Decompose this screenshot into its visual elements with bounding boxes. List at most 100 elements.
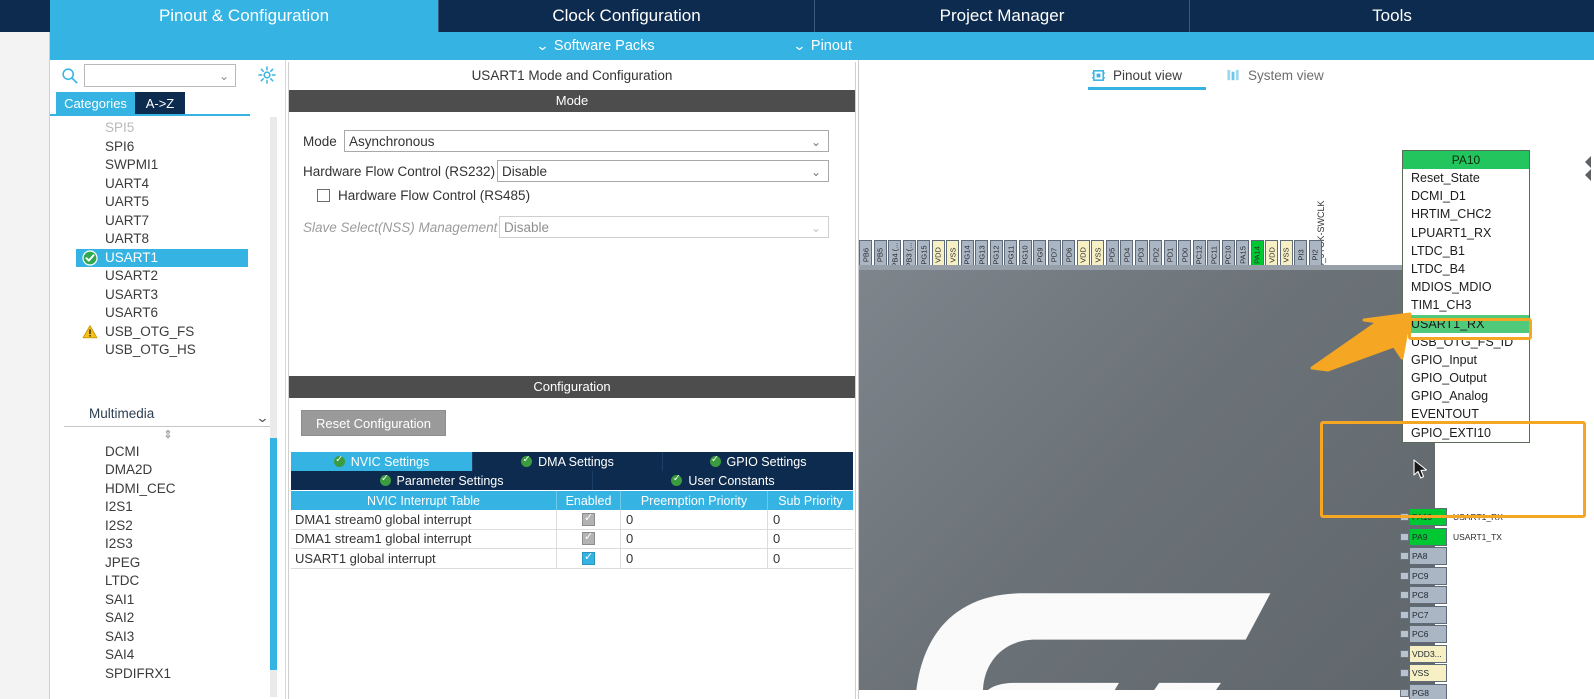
chip-pin-pc6[interactable]: PC6 [1409,625,1447,643]
sidebar-item-sai3[interactable]: SAI3 [50,628,286,647]
chevron-down-icon: ⌄ [810,165,821,179]
context-menu-item-ltdc-b4[interactable]: LTDC_B4 [1403,260,1529,278]
sidebar-item-spdifrx1[interactable]: SPDIFRX1 [50,665,286,684]
sidebar-item-usb-otg-hs[interactable]: USB_OTG_HS [50,341,286,360]
hw-flow-rs485-row[interactable]: Hardware Flow Control (RS485) [317,188,530,203]
sidebar-item-hdmi-cec[interactable]: HDMI_CEC [50,480,286,499]
sidebar-item-usb-otg-fs[interactable]: USB_OTG_FS [50,323,286,342]
sub-priority-cell[interactable]: 0 [768,510,853,529]
tab-parameter-settings[interactable]: Parameter Settings [291,471,593,490]
chip-pin-vdd3[interactable]: VDD3... [1409,644,1447,663]
tab-gpio-settings[interactable]: GPIO Settings [663,452,853,471]
preemption-priority-cell[interactable]: 0 [621,529,768,548]
panel-collapse-handle[interactable] [1582,152,1594,186]
sidebar-item-uart5[interactable]: UART5 [50,193,286,212]
enabled-cell[interactable] [557,510,621,529]
enabled-checkbox[interactable] [582,511,595,526]
sidebar-item-dma2d[interactable]: DMA2D [50,461,286,480]
pinout-menu[interactable]: ⌄ Pinout [793,32,852,60]
tab-dma-settings[interactable]: DMA Settings [473,452,663,471]
search-combobox[interactable]: ⌄ [84,64,236,87]
chip-pin-pg8[interactable]: PG8 [1409,683,1447,699]
context-menu-item-reset-state[interactable]: Reset_State [1403,169,1529,187]
chip-pin-pa8[interactable]: PA8 [1409,547,1447,565]
sidebar-item-uart8[interactable]: UART8 [50,230,286,249]
tab-pinout-view[interactable]: Pinout view [1091,64,1182,86]
enabled-cell[interactable] [557,529,621,548]
sidebar-group-multimedia[interactable]: Multimedia ⌄ [64,401,272,427]
sidebar-tab-categories[interactable]: Categories [56,92,135,114]
sidebar-item-usart3[interactable]: USART3 [50,286,286,305]
tab-tools-label: Tools [1372,6,1412,25]
hw-flow-rs485-checkbox[interactable] [317,189,330,202]
nss-management-select[interactable]: Disable ⌄ [499,216,829,238]
scroll-updown-handle[interactable]: ⇕ [50,427,286,443]
context-menu-item-ltdc-b1[interactable]: LTDC_B1 [1403,242,1529,260]
mode-select[interactable]: Asynchronous ⌄ [344,130,829,152]
tab-system-view[interactable]: System view [1226,64,1324,86]
chip-pin-pa9[interactable]: PA9 [1409,527,1447,546]
nvic-col-name: NVIC Interrupt Table [291,491,557,510]
table-row[interactable]: DMA1 stream0 global interrupt 0 0 [291,510,853,530]
tab-clock-configuration[interactable]: Clock Configuration [439,0,815,32]
sidebar-item-swpmi1[interactable]: SWPMI1 [50,156,286,175]
chip-pin-stub [1400,552,1409,560]
sidebar-item-uart7[interactable]: UART7 [50,212,286,231]
enabled-checkbox[interactable] [582,530,595,546]
context-menu-item-hrtim-chc2[interactable]: HRTIM_CHC2 [1403,205,1529,223]
table-row[interactable]: DMA1 stream1 global interrupt 0 0 [291,529,853,549]
context-menu-item-gpio-analog[interactable]: GPIO_Analog [1403,387,1529,405]
sidebar-item-sai4[interactable]: SAI4 [50,646,286,665]
context-menu-item-gpio-output[interactable]: GPIO_Output [1403,369,1529,387]
chip-pin-pc7[interactable]: PC7 [1409,605,1447,624]
context-menu-item-mdios-mdio[interactable]: MDIOS_MDIO [1403,278,1529,296]
tab-project-manager[interactable]: Project Manager [815,0,1190,32]
software-packs-menu[interactable]: ⌄ Software Packs [536,32,655,60]
tab-pinout-configuration[interactable]: Pinout & Configuration [50,0,439,32]
table-row[interactable]: USART1 global interrupt 0 0 [291,549,853,569]
pin-context-menu[interactable]: PA10 Reset_State DCMI_D1 HRTIM_CHC2 LPUART1… [1402,150,1530,443]
tab-tools[interactable]: Tools [1190,0,1594,32]
sidebar-item-usart2[interactable]: USART2 [50,267,286,286]
preemption-priority-cell[interactable]: 0 [621,549,768,568]
sidebar-item-label: I2S1 [105,499,133,514]
nvic-table-header: NVIC Interrupt Table Enabled Preemption … [291,491,853,510]
enabled-checkbox[interactable] [582,550,595,565]
software-packs-label: Software Packs [553,38,655,54]
sidebar-item-uart4[interactable]: UART4 [50,175,286,194]
tab-nvic-settings[interactable]: NVIC Settings [291,452,473,471]
enabled-cell[interactable] [557,549,621,568]
hw-flow-rs485-label: Hardware Flow Control (RS485) [338,188,531,203]
sub-priority-cell[interactable]: 0 [768,549,853,568]
search-input[interactable] [88,67,213,84]
context-menu-item-dcmi-d1[interactable]: DCMI_D1 [1403,187,1529,205]
tab-user-constants[interactable]: User Constants [593,471,853,490]
sidebar-item-i2s3[interactable]: I2S3 [50,535,286,554]
sidebar-item-dcmi[interactable]: DCMI [50,443,286,462]
sidebar-item-ltdc[interactable]: LTDC [50,572,286,591]
sidebar-item-usart1[interactable]: USART1 [76,248,248,267]
sidebar-scrollbar-thumb[interactable] [270,438,277,670]
hw-flow-rs232-select[interactable]: Disable ⌄ [497,160,829,182]
sidebar-tab-a-to-z[interactable]: A->Z [135,92,185,114]
chip-pin-vss[interactable]: VSS [1409,664,1447,682]
sidebar-item-i2s1[interactable]: I2S1 [50,498,286,517]
sub-priority-cell[interactable]: 0 [768,530,853,549]
preemption-priority-cell[interactable]: 0 [621,510,768,529]
sidebar-item-usart6[interactable]: USART6 [50,304,286,323]
gear-icon[interactable] [257,65,277,85]
sidebar-item-i2s2[interactable]: I2S2 [50,517,286,536]
sidebar-item-spi5[interactable]: SPI5 [50,119,286,138]
chip-pin-label: PB6 [861,247,870,263]
chip-pin-pc9[interactable]: PC9 [1409,566,1447,585]
context-menu-item-gpio-input[interactable]: GPIO_Input [1403,351,1529,369]
context-menu-item-lpuart1-rx[interactable]: LPUART1_RX [1403,224,1529,242]
context-menu-item-tim1-ch3[interactable]: TIM1_CH3 [1403,296,1529,314]
peripheral-tree[interactable]: SPI5 SPI6 SWPMI1 UART4 UART5 UART7 UART8… [50,117,286,699]
chip-pin-pc8[interactable]: PC8 [1409,586,1447,604]
sidebar-item-sai2[interactable]: SAI2 [50,609,286,628]
reset-configuration-button[interactable]: Reset Configuration [301,410,446,436]
sidebar-item-jpeg[interactable]: JPEG [50,554,286,573]
sidebar-item-spi6[interactable]: SPI6 [50,138,286,157]
sidebar-item-sai1[interactable]: SAI1 [50,591,286,610]
